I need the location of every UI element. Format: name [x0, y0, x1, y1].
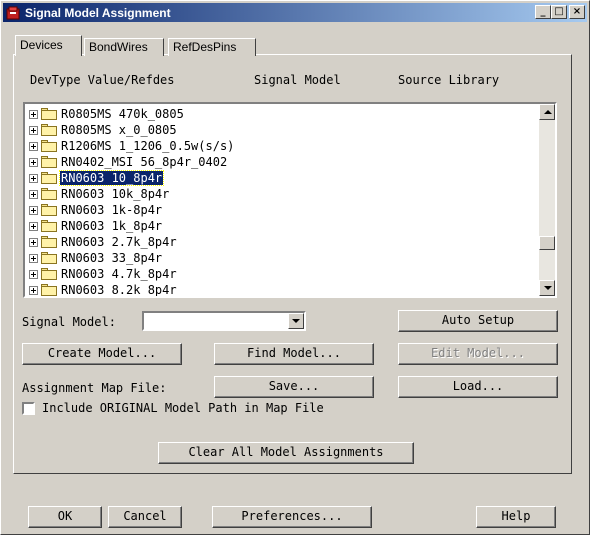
list-item[interactable]: RN0603 2.7k_8p4r	[29, 234, 178, 250]
maximize-button[interactable]: □	[551, 5, 567, 19]
list-item[interactable]: RN0603 4.7k_8p4r	[29, 266, 178, 282]
list-item[interactable]: RN0603 33_8p4r	[29, 250, 163, 266]
list-item[interactable]: RN0402_MSI 56_8p4r_0402	[29, 154, 228, 170]
list-item-label: RN0603 8.2k_8p4r	[61, 283, 177, 297]
list-item-label: RN0603 4.7k_8p4r	[61, 267, 177, 281]
tab-refdespins[interactable]: RefDesPins	[168, 38, 256, 56]
expand-plus-icon[interactable]	[29, 109, 38, 119]
arrow-down-icon	[544, 286, 552, 290]
expand-plus-icon[interactable]	[29, 253, 38, 263]
scroll-up-button[interactable]	[539, 104, 555, 120]
scrollbar-thumb[interactable]	[539, 236, 555, 250]
load-button[interactable]: Load...	[398, 376, 558, 398]
dropdown-button[interactable]	[288, 313, 304, 329]
folder-icon	[41, 156, 57, 168]
include-original-path-checkbox[interactable]	[22, 402, 35, 415]
folder-icon	[41, 108, 57, 120]
signal-model-assignment-dialog: Signal Model Assignment _ □ × Devices Bo…	[0, 0, 590, 535]
column-header-devtype: DevType Value/Refdes	[30, 73, 175, 87]
folder-icon	[41, 220, 57, 232]
list-item[interactable]: R0805MS x_0_0805	[29, 122, 178, 138]
find-model-button[interactable]: Find Model...	[214, 343, 374, 365]
list-item[interactable]: RN0603 1k_8p4r	[29, 218, 163, 234]
expand-plus-icon[interactable]	[29, 173, 38, 183]
save-button[interactable]: Save...	[214, 376, 374, 398]
folder-icon	[41, 252, 57, 264]
help-button[interactable]: Help	[476, 506, 556, 528]
vertical-scrollbar[interactable]	[539, 104, 555, 296]
folder-icon	[41, 204, 57, 216]
list-item-label: RN0603 10_8p4r	[58, 170, 165, 186]
column-header-source-library: Source Library	[398, 73, 500, 87]
expand-plus-icon[interactable]	[29, 157, 38, 167]
list-item-label: R0805MS 470k_0805	[61, 107, 184, 121]
signal-model-label: Signal Model:	[22, 315, 116, 329]
expand-plus-icon[interactable]	[29, 285, 38, 295]
chevron-down-icon	[292, 319, 300, 323]
preferences-button[interactable]: Preferences...	[212, 506, 372, 528]
tab-bondwires[interactable]: BondWires	[84, 38, 164, 56]
list-item-label: RN0603 10k_8p4r	[61, 187, 170, 201]
folder-icon	[41, 172, 57, 184]
cancel-button[interactable]: Cancel	[108, 506, 182, 528]
device-tree-list[interactable]: R0805MS 470k_0805 R0805MS x_0_0805 R1206MS…	[23, 102, 557, 298]
list-item-label: R1206MS 1_1206_0.5w(s/s)	[61, 139, 235, 153]
list-item-label: RN0402_MSI 56_8p4r_0402	[61, 155, 228, 169]
list-item-label: RN0603 1k-8p4r	[61, 203, 163, 217]
list-item[interactable]: R1206MS 1_1206_0.5w(s/s)	[29, 138, 235, 154]
signal-model-combobox[interactable]	[142, 311, 306, 331]
list-item-label: RN0603 33_8p4r	[61, 251, 163, 265]
ok-button[interactable]: OK	[28, 506, 102, 528]
assignment-map-file-label: Assignment Map File:	[22, 381, 167, 395]
expand-plus-icon[interactable]	[29, 221, 38, 231]
scroll-down-button[interactable]	[539, 280, 555, 296]
window-title: Signal Model Assignment	[25, 5, 171, 20]
clear-all-assignments-button[interactable]: Clear All Model Assignments	[158, 442, 414, 464]
list-item-label: RN0603 1k_8p4r	[61, 219, 163, 233]
list-item-label: RN0603 2.7k_8p4r	[61, 235, 177, 249]
folder-icon	[41, 140, 57, 152]
arrow-up-icon	[544, 110, 552, 114]
include-original-path-label: Include ORIGINAL Model Path in Map File	[42, 401, 324, 415]
folder-icon	[41, 124, 57, 136]
expand-plus-icon[interactable]	[29, 125, 38, 135]
list-item[interactable]: RN0603 1k-8p4r	[29, 202, 163, 218]
expand-plus-icon[interactable]	[29, 269, 38, 279]
edit-model-button[interactable]: Edit Model...	[398, 343, 558, 365]
list-item[interactable]: RN0603 10k_8p4r	[29, 186, 170, 202]
folder-icon	[41, 268, 57, 280]
list-item[interactable]: RN0603 8.2k_8p4r	[29, 282, 178, 297]
expand-plus-icon[interactable]	[29, 141, 38, 151]
minimize-button[interactable]: _	[535, 5, 551, 19]
list-item[interactable]: RN0603 10_8p4r	[29, 170, 165, 186]
auto-setup-button[interactable]: Auto Setup	[398, 310, 558, 332]
app-icon	[6, 6, 20, 20]
folder-icon	[41, 284, 57, 296]
expand-plus-icon[interactable]	[29, 189, 38, 199]
close-button[interactable]: ×	[569, 5, 585, 19]
expand-plus-icon[interactable]	[29, 205, 38, 215]
title-bar[interactable]: Signal Model Assignment _ □ ×	[3, 3, 587, 22]
folder-icon	[41, 188, 57, 200]
list-item[interactable]: R0805MS 470k_0805	[29, 106, 185, 122]
list-item-label: R0805MS x_0_0805	[61, 123, 177, 137]
tab-devices[interactable]: Devices	[15, 35, 82, 56]
expand-plus-icon[interactable]	[29, 237, 38, 247]
column-header-signal-model: Signal Model	[254, 73, 341, 87]
create-model-button[interactable]: Create Model...	[22, 343, 182, 365]
folder-icon	[41, 236, 57, 248]
